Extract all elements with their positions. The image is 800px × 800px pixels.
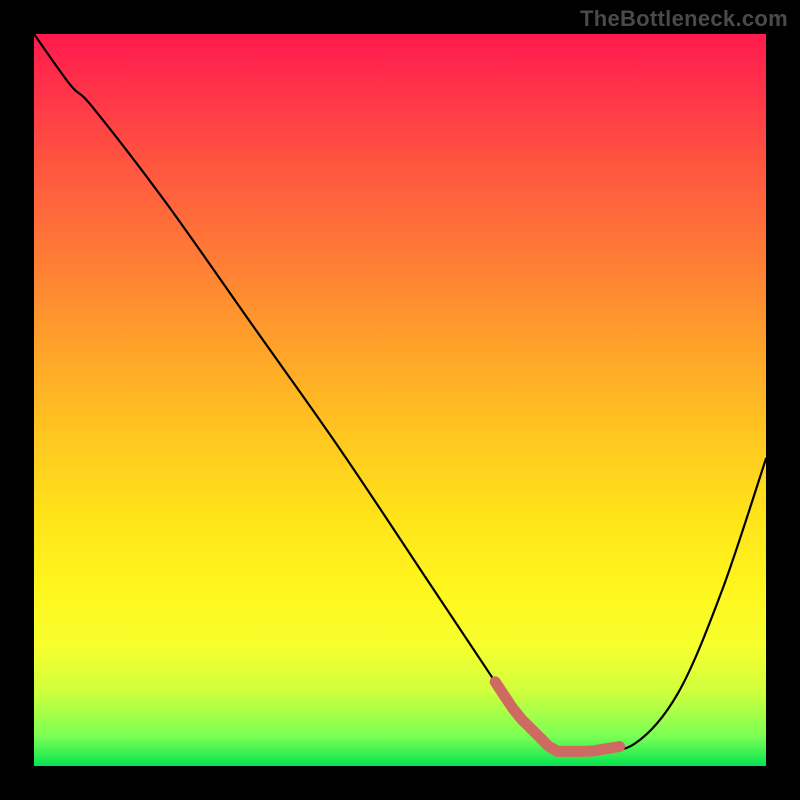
curve-svg bbox=[34, 34, 766, 766]
chart-frame: TheBottleneck.com bbox=[0, 0, 800, 800]
watermark-text: TheBottleneck.com bbox=[580, 6, 788, 32]
valley-highlight bbox=[495, 682, 619, 752]
plot-area bbox=[34, 34, 766, 766]
bottleneck-curve bbox=[34, 34, 766, 754]
